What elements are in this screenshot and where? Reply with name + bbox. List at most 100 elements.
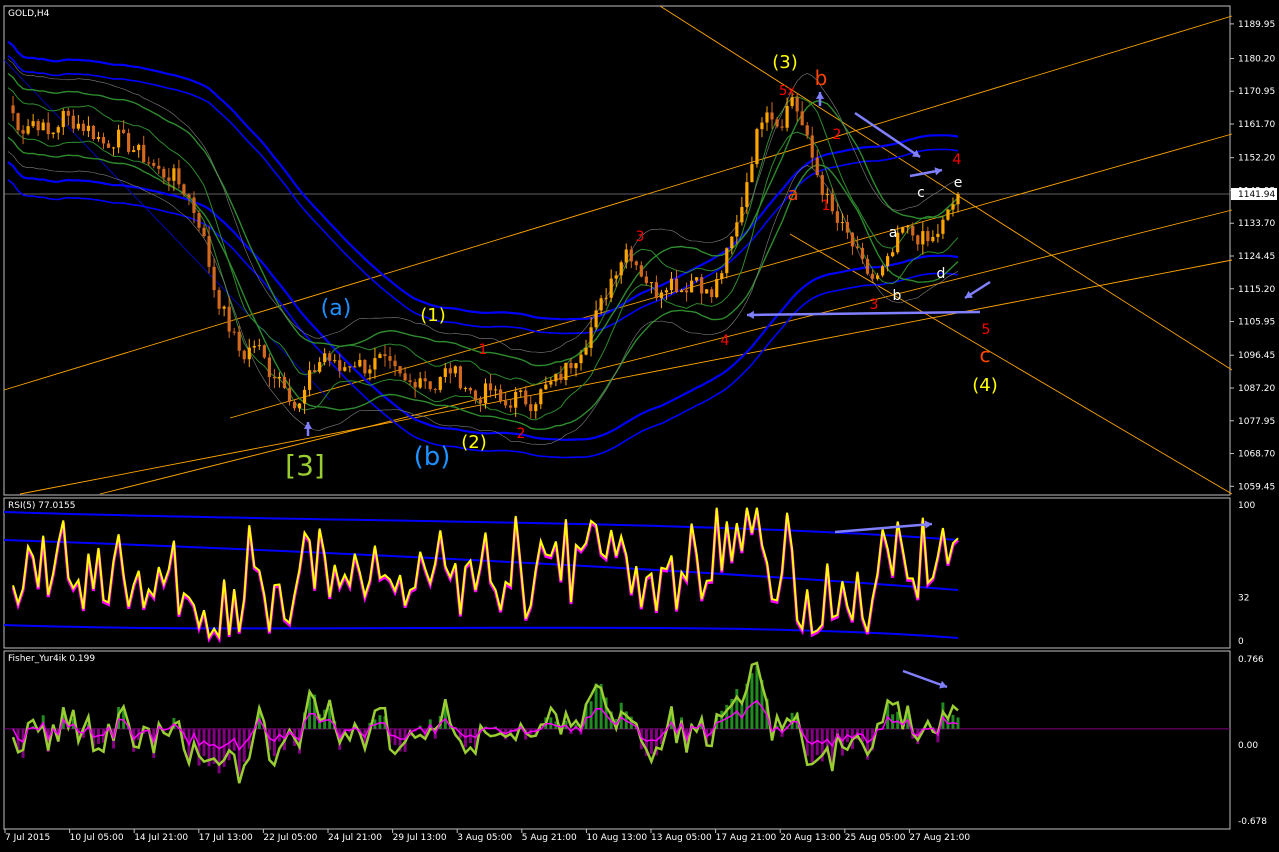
candle-body <box>272 376 277 379</box>
candle-body <box>860 247 865 259</box>
candle-body <box>368 369 372 374</box>
price-tick-label: 1124.45 <box>1238 252 1275 262</box>
price-tick-label: 1170.95 <box>1238 87 1275 97</box>
wave-label: 3 <box>636 229 645 245</box>
time-tick-label: 3 Aug 05:00 <box>457 833 512 843</box>
candle-body <box>473 390 478 400</box>
candle-body <box>509 405 513 408</box>
time-tick-label: 10 Jul 05:00 <box>70 833 124 843</box>
time-tick-label: 25 Aug 05:00 <box>845 833 906 843</box>
candle-body <box>313 370 317 372</box>
candle-body <box>855 246 860 248</box>
candle-body <box>820 175 824 195</box>
wave-label: (1) <box>420 305 446 326</box>
candle-body <box>504 400 508 406</box>
candle-body <box>468 388 473 391</box>
candle-body <box>217 290 221 309</box>
price-tick-label: 1115.20 <box>1238 285 1275 295</box>
candle-body <box>629 249 633 262</box>
wave-label: a <box>889 225 898 241</box>
candle-body <box>624 249 628 263</box>
candle-body <box>323 353 327 363</box>
candle-body <box>408 380 412 382</box>
candle-body <box>529 404 533 412</box>
candle-body <box>654 282 659 299</box>
wave-label: b <box>815 66 828 90</box>
candle-body <box>574 363 578 369</box>
candle-body <box>438 376 442 390</box>
candle-body <box>318 362 322 372</box>
wave-label: c <box>980 343 991 367</box>
candle-body <box>795 97 799 112</box>
candle-body <box>619 262 623 276</box>
fisher-bar <box>805 728 809 757</box>
candle-body <box>343 367 347 371</box>
candle-body <box>906 225 910 228</box>
price-tick-label: 1077.95 <box>1238 417 1275 427</box>
wave-label: (3) <box>772 52 798 73</box>
candle-body <box>177 168 181 185</box>
fisher-tick-label: 0.00 <box>1238 741 1258 751</box>
candle-body <box>916 235 920 245</box>
candle-body <box>659 292 664 299</box>
price-tick-label: 1087.20 <box>1238 384 1275 394</box>
candle-body <box>705 289 709 294</box>
time-tick-label: 24 Jul 21:00 <box>328 833 382 843</box>
candle-body <box>483 383 488 404</box>
candle-body <box>951 204 955 210</box>
wave-label: 3 <box>870 297 879 313</box>
candle-body <box>292 401 297 409</box>
rsi-tick-label: 100 <box>1238 501 1255 511</box>
candle-body <box>921 231 925 245</box>
candle-body <box>579 354 583 364</box>
candle-body <box>478 399 483 404</box>
candle-body <box>780 126 784 128</box>
candle-body <box>609 278 613 298</box>
candle-body <box>775 119 779 127</box>
candle-body <box>21 130 25 134</box>
candle-body <box>956 194 960 205</box>
candle-body <box>237 331 241 351</box>
candle-body <box>720 273 724 280</box>
rsi-tick-label: 0 <box>1238 637 1244 647</box>
candle-body <box>850 232 855 247</box>
candle-body <box>443 368 447 377</box>
fisher-tick-label: 0.766 <box>1238 655 1264 665</box>
candle-body <box>735 222 739 237</box>
candle-body <box>353 366 357 368</box>
fisher-bar <box>810 728 814 764</box>
candle-body <box>101 137 106 144</box>
candle-body <box>257 345 261 347</box>
trading-chart[interactable]: [3] (a) (b) (1) (2) 1 2 3 4 (3) 5x b a 2 1 3 4 c e a d b 5 c (4)… <box>0 0 1279 852</box>
price-tick-label: 1096.45 <box>1238 351 1275 361</box>
candle-body <box>750 164 754 183</box>
wave-label: 2 <box>517 426 526 442</box>
candle-body <box>11 105 15 114</box>
candle-body <box>835 211 839 223</box>
wave-label: d <box>937 266 946 282</box>
candle-body <box>810 135 814 158</box>
candle-body <box>56 127 60 133</box>
candle-body <box>539 389 543 405</box>
candle-body <box>192 197 196 214</box>
fisher-bar <box>217 728 221 774</box>
time-tick-label: 17 Aug 21:00 <box>716 833 777 843</box>
candle-body <box>76 123 80 129</box>
candle-body <box>212 266 216 291</box>
candle-body <box>71 115 75 129</box>
candle-body <box>393 360 397 367</box>
candle-body <box>584 347 588 355</box>
candle-body <box>674 278 679 293</box>
fisher-bar <box>755 665 759 729</box>
candle-body <box>252 345 256 348</box>
candle-body <box>207 236 211 267</box>
time-tick-label: 14 Jul 21:00 <box>134 833 188 843</box>
candle-body <box>594 310 598 328</box>
candle-body <box>277 376 282 379</box>
symbol-title: GOLD,H4 <box>8 9 50 19</box>
wave-label: 4 <box>721 333 730 349</box>
candle-body <box>463 388 468 390</box>
price-tick-label: 1180.20 <box>1238 54 1275 64</box>
candle-body <box>262 345 266 358</box>
candle-body <box>16 113 20 131</box>
